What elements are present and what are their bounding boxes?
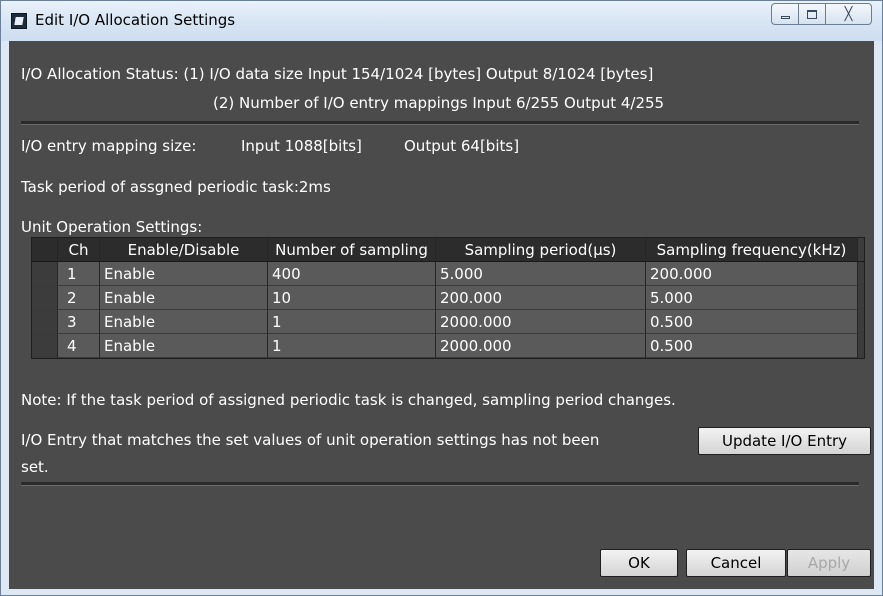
table-row: 3 Enable 1 2000.000 0.500 [32, 310, 864, 334]
maximize-button[interactable] [799, 3, 826, 25]
table-edge [858, 238, 864, 262]
maximize-icon [807, 9, 817, 19]
table-edge [858, 334, 864, 358]
window-title: Edit I/O Allocation Settings [35, 11, 236, 29]
note-text: Note: If the task period of assigned per… [21, 391, 676, 409]
cell-ch: 3 [58, 310, 100, 334]
row-header[interactable] [32, 286, 58, 310]
cell-sampling-period: 200.000 [436, 286, 646, 310]
separator [21, 482, 859, 486]
cell-enable[interactable]: Enable [100, 262, 268, 286]
cell-sampling-frequency: 200.000 [646, 262, 858, 286]
minimize-button[interactable] [771, 3, 799, 25]
title-bar[interactable]: Edit I/O Allocation Settings ╳ [1, 1, 882, 41]
column-header-sampling-period[interactable]: Sampling period(µs) [436, 238, 646, 262]
table-edge [858, 310, 864, 334]
close-icon: ╳ [844, 6, 853, 22]
cell-num-sampling[interactable]: 1 [268, 334, 436, 358]
entry-message-line2: set. [21, 458, 49, 476]
mapping-size-label: I/O entry mapping size: [21, 137, 197, 155]
cancel-button[interactable]: Cancel [686, 549, 786, 577]
row-header[interactable] [32, 334, 58, 358]
row-header[interactable] [32, 310, 58, 334]
ok-button[interactable]: OK [600, 549, 678, 577]
table-header-row: Ch Enable/Disable Number of sampling Sam… [32, 238, 864, 262]
table-row: 2 Enable 10 200.000 5.000 [32, 286, 864, 310]
column-header-ch[interactable]: Ch [58, 238, 100, 262]
allocation-status-line1: I/O Allocation Status: (1) I/O data size… [21, 65, 654, 83]
entry-message-line1: I/O Entry that matches the set values of… [21, 431, 600, 449]
column-header-sampling-frequency[interactable]: Sampling frequency(kHz) [646, 238, 858, 262]
table-row: 1 Enable 400 5.000 200.000 [32, 262, 864, 286]
close-button[interactable]: ╳ [826, 3, 872, 25]
task-period-text: Task period of assgned periodic task:2ms [21, 178, 331, 196]
cell-num-sampling[interactable]: 400 [268, 262, 436, 286]
minimize-icon [780, 15, 790, 19]
mapping-size-output: Output 64[bits] [404, 137, 520, 155]
cell-ch: 4 [58, 334, 100, 358]
cell-num-sampling[interactable]: 10 [268, 286, 436, 310]
mapping-size-input: Input 1088[bits] [241, 137, 362, 155]
cell-enable[interactable]: Enable [100, 286, 268, 310]
window-controls: ╳ [771, 3, 872, 25]
cell-enable[interactable]: Enable [100, 310, 268, 334]
dialog-window: Edit I/O Allocation Settings ╳ I/O Alloc… [0, 0, 883, 596]
row-header[interactable] [32, 262, 58, 286]
table-edge [858, 262, 864, 286]
separator [21, 121, 859, 125]
cell-ch: 1 [58, 262, 100, 286]
cell-enable[interactable]: Enable [100, 334, 268, 358]
update-io-entry-button[interactable]: Update I/O Entry [698, 427, 871, 455]
dialog-body: I/O Allocation Status: (1) I/O data size… [9, 41, 874, 589]
cell-sampling-frequency: 0.500 [646, 334, 858, 358]
cell-sampling-period: 5.000 [436, 262, 646, 286]
column-header-enable[interactable]: Enable/Disable [100, 238, 268, 262]
unit-settings-table: Ch Enable/Disable Number of sampling Sam… [31, 237, 865, 359]
cell-sampling-frequency: 5.000 [646, 286, 858, 310]
unit-settings-label: Unit Operation Settings: [21, 218, 203, 236]
cell-ch: 2 [58, 286, 100, 310]
cell-sampling-period: 2000.000 [436, 334, 646, 358]
cell-sampling-period: 2000.000 [436, 310, 646, 334]
app-icon [11, 13, 27, 29]
allocation-status-line2: (2) Number of I/O entry mappings Input 6… [213, 94, 665, 112]
cell-sampling-frequency: 0.500 [646, 310, 858, 334]
column-header-num-sampling[interactable]: Number of sampling [268, 238, 436, 262]
apply-button[interactable]: Apply [787, 549, 871, 577]
table-row: 4 Enable 1 2000.000 0.500 [32, 334, 864, 358]
table-corner-cell [32, 238, 58, 262]
cell-num-sampling[interactable]: 1 [268, 310, 436, 334]
table-edge [858, 286, 864, 310]
